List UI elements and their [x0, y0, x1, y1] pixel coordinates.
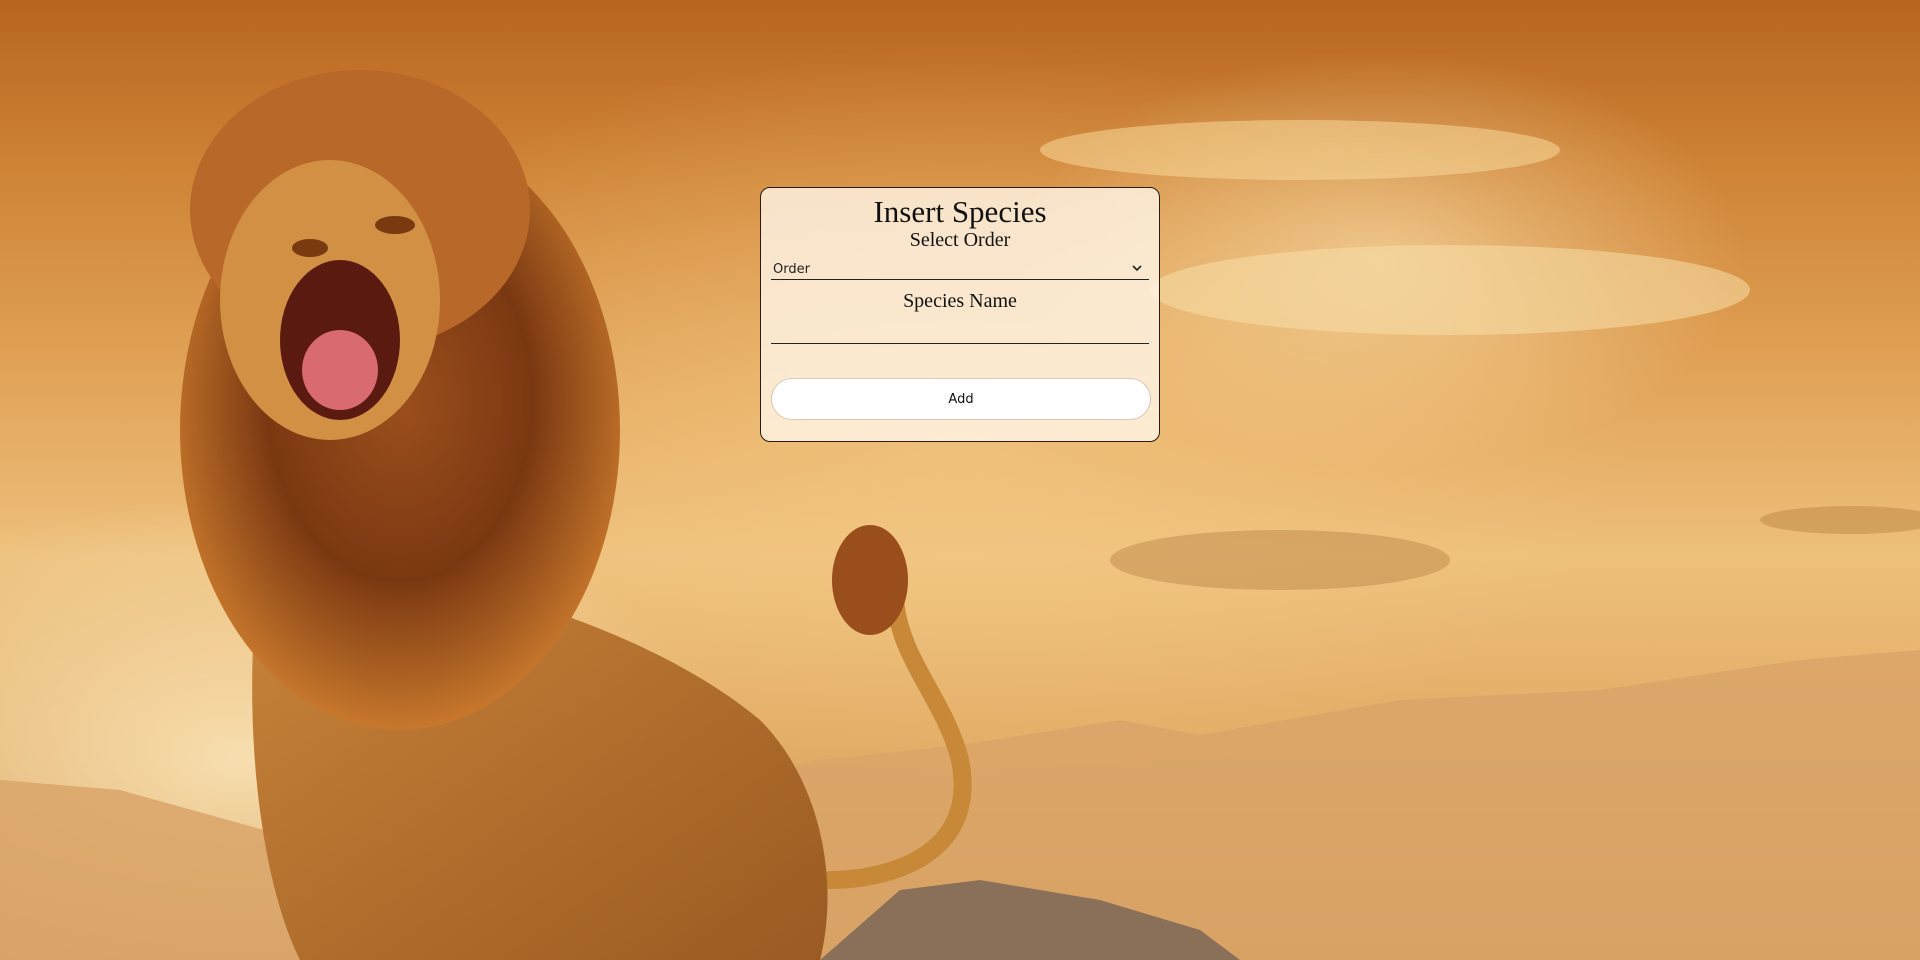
species-name-input[interactable] — [771, 320, 1149, 344]
insert-species-form: Insert Species Select Order Order Specie… — [760, 187, 1160, 442]
order-select[interactable]: Order — [771, 259, 1149, 280]
chevron-down-icon — [1132, 265, 1142, 272]
order-select-value: Order — [773, 262, 810, 277]
add-button[interactable]: Add — [771, 378, 1151, 420]
background-lion-image — [0, 70, 1920, 960]
form-title: Insert Species — [873, 194, 1047, 229]
order-label: Select Order — [909, 229, 1011, 251]
species-name-label: Species Name — [903, 290, 1017, 312]
clouds — [1040, 120, 1920, 590]
